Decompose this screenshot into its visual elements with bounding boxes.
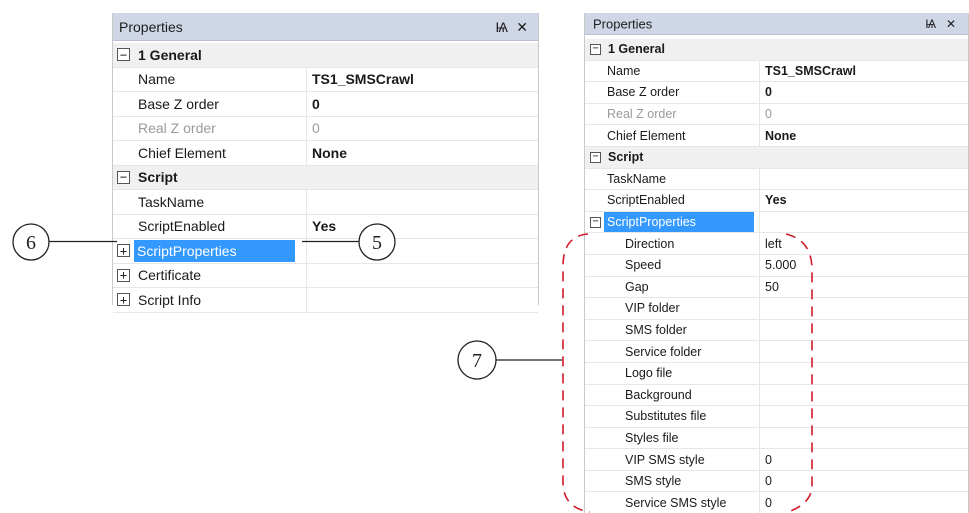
property-value: Yes [765,193,787,208]
property-value-cell [759,146,968,168]
property-name-cell[interactable]: −1 General [113,43,306,67]
property-name-cell[interactable]: Name [113,68,306,92]
property-name-cell[interactable]: TaskName [113,190,306,214]
property-name-cell[interactable]: + ScriptProperties [113,239,306,263]
property-row[interactable]: Name TS1_SMSCrawl [113,67,538,92]
property-value-cell[interactable] [759,168,968,190]
property-name-cell[interactable]: Chief Element [113,141,306,165]
property-row[interactable]: Real Z order 0 [585,103,968,126]
panel-header: Properties Ѩ ✕ [113,13,538,41]
property-value-cell [306,43,538,67]
property-name-cell[interactable]: Real Z order [585,104,759,125]
category-label: Script [138,169,178,186]
property-name-cell[interactable]: ScriptEnabled [585,190,759,211]
category-row[interactable]: −1 General [113,43,538,68]
callout-number: 7 [472,350,482,372]
property-label: TaskName [138,193,205,210]
callout-5: 5 [302,223,396,261]
property-value-cell[interactable]: 0 [759,82,968,103]
property-value-cell[interactable]: Yes [759,190,968,211]
callout-6: 6 [12,223,117,261]
property-name-cell[interactable]: + Certificate [113,264,306,288]
close-icon[interactable]: ✕ [516,20,528,34]
property-row[interactable]: Name TS1_SMSCrawl [585,60,968,83]
property-label: Base Z order [138,95,219,112]
expand-icon[interactable]: + [117,268,130,282]
property-value: None [312,144,347,161]
property-label: Name [138,71,176,88]
property-value-cell[interactable]: TS1_SMSCrawl [759,60,968,82]
property-value: 0 [312,95,320,112]
category-label: 1 General [138,46,202,63]
property-row[interactable]: TaskName [585,168,968,191]
property-label: Name [607,63,641,78]
property-label: TaskName [607,171,667,186]
category-row[interactable]: − Script [113,165,538,190]
pin-icon[interactable]: Ѩ [495,20,508,34]
category-label: 1 General [608,42,665,57]
collapse-icon[interactable]: − [590,216,601,228]
property-value: TS1_SMSCrawl [765,63,857,78]
property-value-cell[interactable]: None [759,125,968,146]
property-label: Real Z order [138,120,216,137]
collapse-icon[interactable]: − [117,48,130,62]
property-row[interactable]: Real Z order 0 [113,116,538,141]
callout-7: 7 [457,233,813,513]
property-label: ScriptEnabled [138,218,226,235]
callout-number: 6 [26,232,36,254]
property-row[interactable]: ScriptEnabled Yes [585,190,968,212]
property-value: 0 [312,120,320,137]
property-name-cell[interactable]: ScriptEnabled [113,215,306,239]
property-value: 0 [765,107,772,122]
property-value-cell [306,165,538,189]
property-name-cell[interactable]: Chief Element [585,125,759,146]
property-name-cell[interactable]: TaskName [585,169,759,190]
expand-icon[interactable]: + [117,293,130,307]
collapse-icon[interactable]: − [117,170,130,184]
property-row[interactable]: Base Z order 0 [585,82,968,104]
property-label-selected: ScriptProperties [134,239,295,262]
property-row[interactable]: Chief Element None [113,141,538,166]
collapse-icon[interactable]: − [590,151,601,163]
category-row[interactable]: −1 General [585,39,968,61]
property-row[interactable]: Base Z order 0 [113,92,538,117]
property-value-cell[interactable]: 0 [759,103,968,125]
property-label: Certificate [138,267,202,284]
property-value-cell[interactable] [306,190,538,214]
dashed-highlight [562,233,813,513]
property-name-cell[interactable]: Name [585,61,759,82]
property-value-cell[interactable]: TS1_SMSCrawl [306,67,538,91]
property-label: ScriptEnabled [607,193,685,208]
property-value-cell[interactable]: 0 [306,92,538,116]
property-name-cell[interactable]: Base Z order [585,82,759,103]
panel-title: Properties [119,18,183,35]
panel-title: Properties [593,16,653,31]
property-label: Base Z order [607,85,680,100]
panel-header: Properties Ѩ ✕ [585,13,968,35]
property-value-cell[interactable]: None [306,141,538,165]
property-value: TS1_SMSCrawl [312,71,414,88]
property-value: None [765,128,797,143]
property-row[interactable]: Chief Element None [585,125,968,147]
close-icon[interactable]: ✕ [946,18,956,30]
category-label: Script [608,150,644,165]
pin-icon[interactable]: Ѩ [925,18,936,30]
property-value: 0 [765,85,772,100]
property-value-cell[interactable]: 0 [306,116,538,140]
collapse-icon[interactable]: − [590,43,601,55]
property-label: Real Z order [607,107,677,122]
property-row[interactable]: TaskName [113,190,538,215]
category-row[interactable]: − Script [585,146,968,169]
property-label: Script Info [138,291,202,308]
property-name-cell[interactable]: Base Z order [113,92,306,116]
property-value-cell [759,39,968,60]
property-label: Chief Element [138,144,226,161]
property-name-cell[interactable]: − Script [585,146,759,168]
property-name-cell[interactable]: −1 General [585,39,759,60]
property-name-cell[interactable]: + Script Info [113,288,306,312]
property-label: Chief Element [607,128,686,143]
property-name-cell[interactable]: Real Z order [113,117,306,141]
property-name-cell[interactable]: − Script [113,165,306,189]
callout-number: 5 [372,232,382,254]
